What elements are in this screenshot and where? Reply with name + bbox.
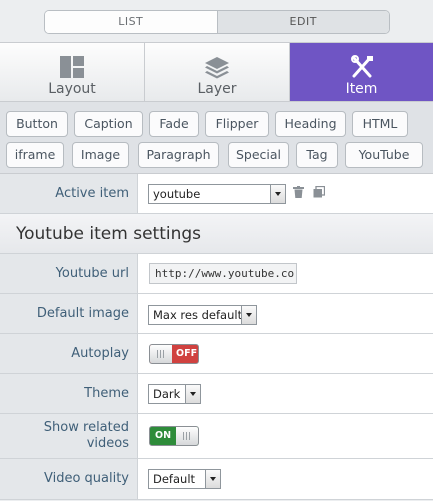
item-type-button[interactable]: Fade (149, 111, 199, 137)
url-value-cell: http://www.youtube.cor (138, 254, 433, 293)
autoplay-state: OFF (176, 348, 198, 359)
item-type-button[interactable]: Heading (275, 111, 346, 137)
setting-row-url: Youtube url http://www.youtube.cor (0, 254, 433, 294)
item-type-button[interactable]: Paragraph (138, 142, 219, 168)
active-item-select-value: youtube (153, 187, 201, 201)
trash-icon[interactable] (293, 186, 304, 198)
tab-layer[interactable]: Layer (145, 43, 290, 101)
theme-label: Theme (0, 374, 138, 413)
mode-switch-bar: LIST EDIT (0, 0, 433, 42)
setting-row-default-image: Default image Max res default (0, 294, 433, 334)
video-quality-select-value: Default (153, 472, 196, 486)
tab-layout[interactable]: Layout (0, 43, 145, 101)
main-tabs: Layout Layer Item (0, 42, 433, 102)
show-related-state: ON (155, 430, 172, 441)
show-related-value-cell: ON (138, 414, 433, 458)
active-item-value-cell: youtube (138, 174, 433, 213)
list-mode-button[interactable]: LIST (45, 11, 218, 33)
item-type-button[interactable]: HTML (352, 111, 408, 137)
default-image-select-value: Max res default (153, 308, 243, 322)
section-title: Youtube item settings (0, 214, 433, 254)
theme-value-cell: Dark (138, 374, 433, 413)
setting-row-autoplay: Autoplay OFF (0, 334, 433, 374)
chevron-down-icon (270, 185, 285, 203)
active-item-label: Active item (0, 174, 138, 213)
item-type-button[interactable]: Button (6, 111, 68, 137)
layer-stack-icon (205, 57, 229, 79)
theme-select-value: Dark (153, 387, 181, 401)
default-image-label: Default image (0, 294, 138, 333)
setting-row-show-related: Show related videos ON (0, 414, 433, 459)
video-quality-select[interactable]: Default (148, 469, 221, 489)
setting-row-theme: Theme Dark (0, 374, 433, 414)
tab-item-label: Item (345, 81, 378, 97)
video-quality-label: Video quality (0, 459, 138, 499)
default-image-value-cell: Max res default (138, 294, 433, 333)
tab-layout-label: Layout (48, 81, 96, 97)
duplicate-icon[interactable] (313, 186, 325, 198)
theme-select[interactable]: Dark (148, 384, 201, 404)
active-item-select[interactable]: youtube (148, 184, 286, 204)
layout-icon (60, 56, 84, 78)
item-type-button[interactable]: Caption (74, 111, 143, 137)
item-type-buttons: Button Caption Fade Flipper Heading HTML… (0, 102, 433, 174)
chevron-down-icon (185, 385, 200, 403)
item-type-button[interactable]: YouTube (345, 142, 423, 168)
toggle-knob (176, 427, 198, 445)
item-type-button[interactable]: Special (228, 142, 289, 168)
show-related-label: Show related videos (0, 414, 138, 458)
autoplay-label: Autoplay (0, 334, 138, 373)
item-type-button[interactable]: Image (72, 142, 129, 168)
chevron-down-icon (241, 306, 256, 324)
autoplay-value-cell: OFF (138, 334, 433, 373)
mode-switch: LIST EDIT (44, 10, 390, 34)
youtube-url-input[interactable]: http://www.youtube.cor (149, 263, 297, 284)
default-image-select[interactable]: Max res default (148, 305, 257, 325)
show-related-toggle[interactable]: ON (149, 426, 199, 446)
toggle-knob (150, 345, 172, 363)
tab-layer-label: Layer (197, 81, 237, 97)
tab-item[interactable]: Item (290, 43, 433, 101)
item-tools-icon (350, 55, 373, 78)
item-type-button[interactable]: Tag (296, 142, 338, 168)
chevron-down-icon (205, 470, 220, 488)
setting-row-video-quality: Video quality Default (0, 459, 433, 500)
item-type-button[interactable]: iframe (6, 142, 64, 168)
autoplay-toggle[interactable]: OFF (149, 344, 199, 364)
video-quality-value-cell: Default (138, 459, 433, 499)
url-label: Youtube url (0, 254, 138, 293)
active-item-row: Active item youtube (0, 174, 433, 214)
edit-mode-button[interactable]: EDIT (217, 11, 389, 33)
item-type-button[interactable]: Flipper (205, 111, 269, 137)
